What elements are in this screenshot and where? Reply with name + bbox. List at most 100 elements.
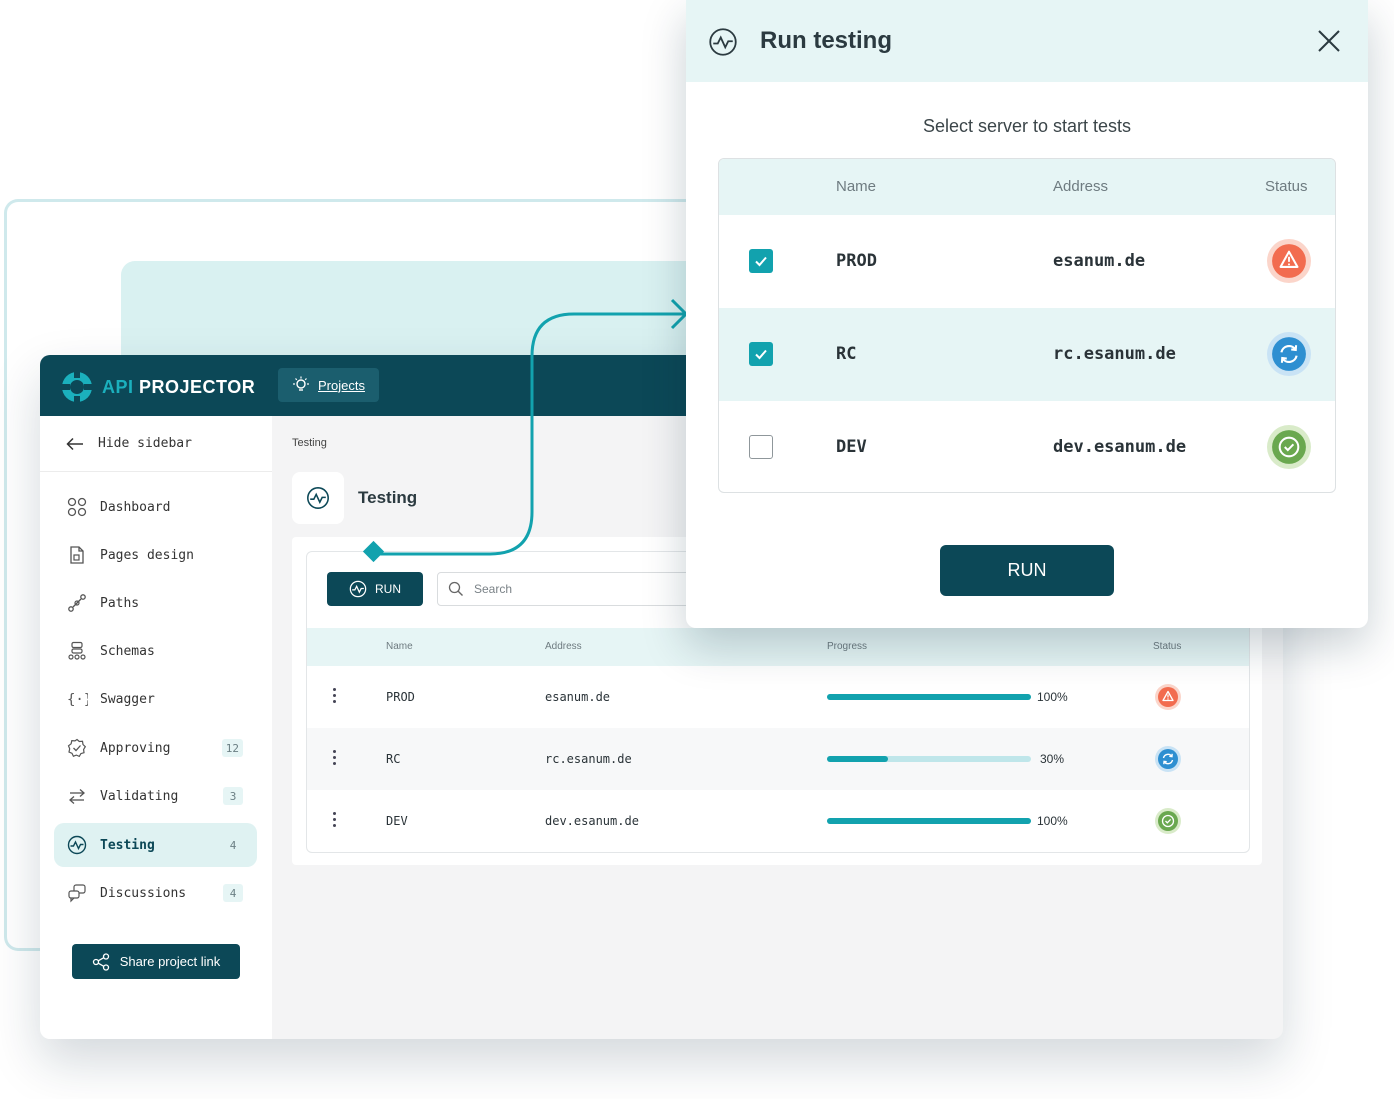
- sidebar-item-schemas[interactable]: Schemas: [54, 629, 257, 673]
- server-row[interactable]: DEV dev.esanum.de: [719, 401, 1335, 492]
- warning-icon: [1267, 239, 1311, 283]
- sidebar-item-swagger[interactable]: {·} Swagger: [54, 677, 257, 721]
- sidebar-item-label: Discussions: [100, 885, 187, 901]
- server-name: RC: [836, 344, 857, 364]
- server-checkbox[interactable]: [749, 435, 773, 459]
- sidebar-item-label: Validating: [100, 788, 179, 804]
- count-badge: 4: [223, 884, 243, 902]
- sidebar-item-dashboard[interactable]: Dashboard: [54, 485, 257, 529]
- arrow-left-icon: [66, 437, 83, 450]
- sidebar-item-paths[interactable]: Paths: [54, 581, 257, 625]
- header-status: Status: [1265, 178, 1308, 195]
- table-row[interactable]: PROD esanum.de 100%: [307, 666, 1249, 728]
- sidebar-item-discussions[interactable]: Discussions 4: [54, 871, 257, 915]
- progress-bar: [827, 818, 1031, 824]
- table-header: Name Address Progress Status: [307, 628, 1249, 666]
- paths-icon: [66, 592, 88, 614]
- sidebar: Hide sidebar Dashboard Pages design Path…: [40, 416, 272, 1039]
- table-row[interactable]: RC rc.esanum.de 30%: [307, 728, 1249, 790]
- server-address: esanum.de: [1053, 251, 1146, 271]
- header-address: Address: [545, 641, 582, 652]
- row-menu-icon[interactable]: [333, 812, 337, 830]
- hide-sidebar-label: Hide sidebar: [98, 436, 192, 451]
- run-testing-modal: Run testing Select server to start tests…: [686, 0, 1368, 628]
- server-row[interactable]: PROD esanum.de: [719, 215, 1335, 308]
- sidebar-item-approving[interactable]: Approving 12: [54, 726, 257, 770]
- row-name: PROD: [386, 690, 415, 704]
- testing-page-icon: [292, 472, 344, 524]
- progress-label: 100%: [1037, 690, 1068, 704]
- progress-bar: [827, 756, 1031, 762]
- testing-icon: [66, 834, 88, 856]
- count-badge: 12: [221, 739, 243, 757]
- sidebar-item-label: Testing: [100, 837, 155, 853]
- success-icon: [1267, 425, 1311, 469]
- swagger-icon: {·}: [66, 688, 88, 710]
- share-project-link-button[interactable]: Share project link: [72, 944, 240, 979]
- breadcrumb[interactable]: Testing: [292, 437, 327, 449]
- modal-title: Run testing: [760, 27, 892, 54]
- sidebar-item-label: Approving: [100, 740, 171, 756]
- hide-sidebar-button[interactable]: Hide sidebar: [40, 416, 272, 472]
- logo: API PROJECTOR: [60, 370, 255, 404]
- count-badge: 4: [229, 838, 237, 852]
- sidebar-item-pages-design[interactable]: Pages design: [54, 533, 257, 577]
- checkmark-icon: [755, 349, 767, 360]
- modal-header: Run testing: [686, 0, 1368, 82]
- modal-run-label: RUN: [1007, 560, 1047, 580]
- server-checkbox[interactable]: [749, 342, 773, 366]
- search-placeholder: Search: [474, 582, 513, 596]
- header-progress: Progress: [827, 641, 868, 652]
- discussions-icon: [66, 882, 88, 904]
- logo-text: API PROJECTOR: [102, 376, 256, 397]
- pages-design-icon: [66, 544, 88, 566]
- modal-run-button[interactable]: RUN: [940, 545, 1114, 596]
- row-address: dev.esanum.de: [545, 814, 639, 828]
- testing-icon: [349, 580, 367, 598]
- lightbulb-icon: [293, 376, 309, 391]
- server-name: PROD: [836, 251, 877, 271]
- row-name: DEV: [386, 814, 408, 828]
- schemas-icon: [66, 640, 88, 662]
- syncing-icon: [1155, 746, 1181, 772]
- header-name: Name: [386, 641, 413, 652]
- approving-icon: [66, 737, 88, 759]
- share-icon: [92, 952, 109, 971]
- header-address: Address: [1053, 178, 1109, 195]
- close-icon[interactable]: [1316, 28, 1342, 54]
- row-menu-icon[interactable]: [333, 750, 337, 768]
- server-address: dev.esanum.de: [1053, 437, 1187, 457]
- server-checkbox[interactable]: [749, 249, 773, 273]
- header-status: Status: [1153, 641, 1182, 652]
- row-address: esanum.de: [545, 690, 611, 704]
- progress-label: 30%: [1040, 752, 1065, 766]
- logo-icon: [62, 372, 92, 402]
- sidebar-item-label: Paths: [100, 595, 140, 611]
- progress-bar: [827, 694, 1031, 700]
- modal-subtitle: Select server to start tests: [922, 116, 1132, 136]
- table-row[interactable]: DEV dev.esanum.de 100%: [307, 790, 1249, 852]
- testing-icon: [709, 28, 737, 56]
- warning-icon: [1155, 684, 1181, 710]
- sidebar-item-label: Pages design: [100, 547, 194, 563]
- count-badge: 3: [223, 787, 243, 805]
- row-menu-icon[interactable]: [333, 688, 337, 706]
- server-select-table: Name Address Status PROD esanum.de RC rc…: [718, 158, 1336, 493]
- run-button[interactable]: RUN: [327, 572, 423, 606]
- search-icon: [448, 581, 463, 596]
- row-address: rc.esanum.de: [545, 752, 632, 766]
- run-label: RUN: [375, 582, 401, 596]
- validating-icon: [66, 785, 88, 807]
- projects-label: Projects: [318, 377, 365, 393]
- sidebar-item-validating[interactable]: Validating 3: [54, 774, 257, 818]
- success-icon: [1155, 808, 1181, 834]
- server-name: DEV: [836, 437, 867, 457]
- share-label: Share project link: [119, 954, 221, 969]
- modal-table-header: Name Address Status: [719, 159, 1335, 215]
- sidebar-item-label: Dashboard: [100, 499, 171, 515]
- syncing-icon: [1267, 332, 1311, 376]
- server-row[interactable]: RC rc.esanum.de: [719, 308, 1335, 401]
- header-name: Name: [836, 178, 877, 195]
- server-address: rc.esanum.de: [1053, 344, 1176, 364]
- sidebar-item-testing[interactable]: Testing 4: [54, 823, 257, 867]
